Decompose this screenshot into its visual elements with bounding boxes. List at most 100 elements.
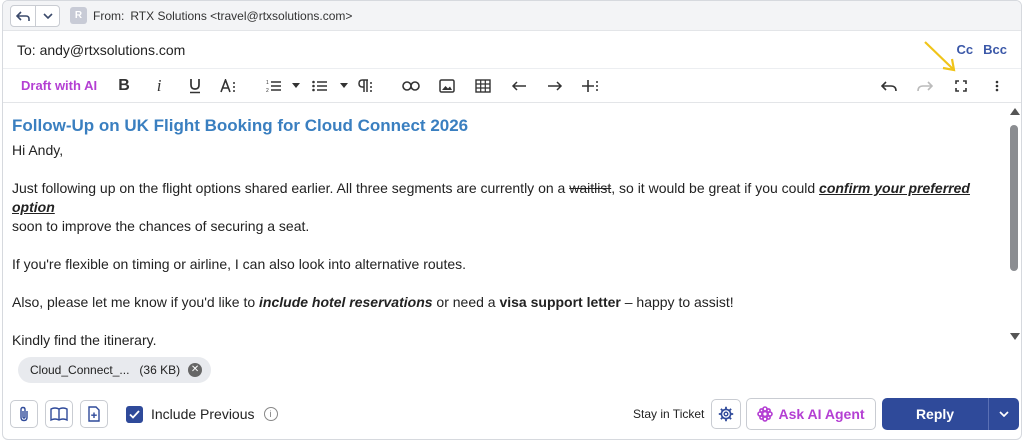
- italic-button[interactable]: i: [139, 74, 179, 98]
- paragraph-itinerary: Kindly find the itinerary.: [12, 332, 157, 348]
- redo-button[interactable]: [907, 74, 943, 98]
- ask-ai-agent-label: Ask AI Agent: [778, 406, 865, 422]
- reply-back-button[interactable]: [11, 6, 35, 26]
- insert-link-button[interactable]: [393, 74, 429, 98]
- font-size-icon: [220, 78, 236, 92]
- caret-down-icon: [292, 83, 301, 88]
- stay-in-ticket-settings-button[interactable]: [711, 399, 741, 429]
- insert-image-button[interactable]: [429, 74, 465, 98]
- knowledge-base-button[interactable]: [45, 400, 73, 428]
- info-icon[interactable]: i: [263, 407, 278, 421]
- plus-more-icon: [582, 79, 599, 92]
- numbered-list-button[interactable]: 12: [263, 74, 285, 98]
- include-previous-label: Include Previous: [151, 406, 255, 422]
- reply-options-dropdown[interactable]: [988, 398, 1019, 430]
- paragraph-icon: [358, 78, 373, 92]
- svg-text:2: 2: [266, 88, 269, 93]
- bullet-list-dropdown[interactable]: [337, 74, 351, 98]
- draft-with-ai-button[interactable]: Draft with AI: [21, 78, 97, 93]
- numbered-list-icon: 12: [266, 80, 282, 93]
- formatting-toolbar: Draft with AI B i 12: [3, 69, 1021, 103]
- underline-button[interactable]: [179, 74, 211, 98]
- from-label: From:: [93, 8, 125, 23]
- undo-button[interactable]: [871, 74, 907, 98]
- attachment-chip[interactable]: Cloud_Connect_... (36 KB) ✕: [18, 357, 212, 383]
- reply-nav-group: [10, 4, 60, 27]
- more-options-button[interactable]: [979, 74, 1015, 98]
- paragraph-hotel-visa: Also, please let me know if you'd like t…: [12, 293, 997, 312]
- toolbar-right-group: [871, 69, 1021, 103]
- scroll-thumb[interactable]: [1010, 125, 1018, 271]
- chevron-down-icon: [42, 12, 53, 19]
- bullet-list-button[interactable]: [309, 74, 331, 98]
- bullet-list-icon: [312, 80, 328, 91]
- table-icon: [475, 78, 491, 93]
- indent-button[interactable]: [537, 74, 573, 98]
- bold-button[interactable]: B: [109, 74, 139, 98]
- text-run: soon to improve the chances of securing …: [12, 218, 310, 234]
- email-composer: R From: RTX Solutions <travel@rtxsolutio…: [2, 0, 1022, 440]
- scroll-up-arrow-icon[interactable]: [1010, 108, 1020, 115]
- outdent-button[interactable]: [501, 74, 537, 98]
- svg-text:1: 1: [266, 80, 269, 86]
- paragraph-button[interactable]: [353, 74, 379, 98]
- insert-more-button[interactable]: [573, 74, 609, 98]
- caret-down-icon: [340, 83, 349, 88]
- ask-ai-agent-button[interactable]: Ask AI Agent: [746, 398, 876, 430]
- reply-button[interactable]: Reply: [882, 398, 988, 430]
- arrow-left-icon: [512, 80, 527, 91]
- chevron-down-icon: [999, 411, 1009, 417]
- sender-avatar: R: [70, 7, 87, 24]
- attach-file-button[interactable]: [10, 400, 38, 428]
- fullscreen-icon: [955, 80, 967, 92]
- ai-sparkle-icon: [757, 406, 774, 422]
- paperclip-icon: [20, 406, 28, 422]
- numbered-list-dropdown[interactable]: [289, 74, 303, 98]
- bold-icon: B: [118, 76, 130, 94]
- canned-response-button[interactable]: [80, 400, 108, 428]
- text-run: Also, please let me know if you'd like t…: [12, 294, 260, 310]
- from-address[interactable]: RTX Solutions <travel@rtxsolutions.com>: [130, 9, 352, 23]
- bcc-button[interactable]: Bcc: [983, 42, 1007, 57]
- reply-split-button: Reply: [882, 398, 1019, 430]
- arrow-right-icon: [548, 80, 563, 91]
- emphasis-hotel-reservations: include hotel reservations: [259, 294, 433, 310]
- greeting-text: Hi Andy,: [12, 142, 64, 158]
- gear-icon: [718, 406, 734, 422]
- text-run: – happy to assist!: [620, 294, 734, 310]
- paragraph-flexible: If you're flexible on timing or airline,…: [12, 256, 467, 272]
- strikethrough-text: waitlist: [569, 180, 612, 196]
- text-run: , so it would be great if you could: [611, 180, 820, 196]
- insert-table-button[interactable]: [465, 74, 501, 98]
- fullscreen-button[interactable]: [943, 74, 979, 98]
- reply-options-button[interactable]: [35, 5, 59, 26]
- body-scrollbar[interactable]: [1008, 105, 1020, 347]
- attachment-size: (36 KB): [139, 363, 181, 377]
- undo-icon: [881, 81, 897, 92]
- reply-arrow-icon: [16, 10, 30, 21]
- kebab-menu-icon: [995, 80, 999, 92]
- email-subject-heading: Follow-Up on UK Flight Booking for Cloud…: [12, 116, 469, 135]
- to-row: To: andy@rtxsolutions.com Cc Bcc: [3, 31, 1021, 69]
- redo-icon: [917, 81, 933, 92]
- scroll-down-arrow-icon[interactable]: [1010, 333, 1020, 340]
- link-icon: [402, 80, 420, 91]
- include-previous-checkbox[interactable]: [126, 405, 143, 423]
- image-icon: [439, 78, 455, 93]
- remove-attachment-icon[interactable]: ✕: [188, 363, 203, 377]
- stay-in-ticket-label: Stay in Ticket: [633, 407, 705, 421]
- font-size-button[interactable]: [211, 74, 247, 98]
- add-note-icon: [88, 406, 100, 422]
- email-body-editor[interactable]: Follow-Up on UK Flight Booking for Cloud…: [3, 104, 1006, 348]
- text-run: or need a: [432, 294, 500, 310]
- text-run: Just following up on the flight options …: [12, 180, 570, 196]
- checkmark-icon: [129, 409, 140, 419]
- italic-icon: i: [156, 75, 162, 95]
- open-book-icon: [50, 407, 68, 422]
- emphasis-visa-letter: visa support letter: [499, 294, 621, 310]
- composer-footer: Include Previous i Stay in Ticket Ask AI…: [3, 393, 1021, 435]
- to-field[interactable]: To: andy@rtxsolutions.com: [17, 42, 185, 58]
- attachment-name: Cloud_Connect_...: [30, 363, 130, 377]
- paragraph-followup: Just following up on the flight options …: [12, 179, 997, 236]
- cc-bcc-group: Cc Bcc: [957, 42, 1007, 57]
